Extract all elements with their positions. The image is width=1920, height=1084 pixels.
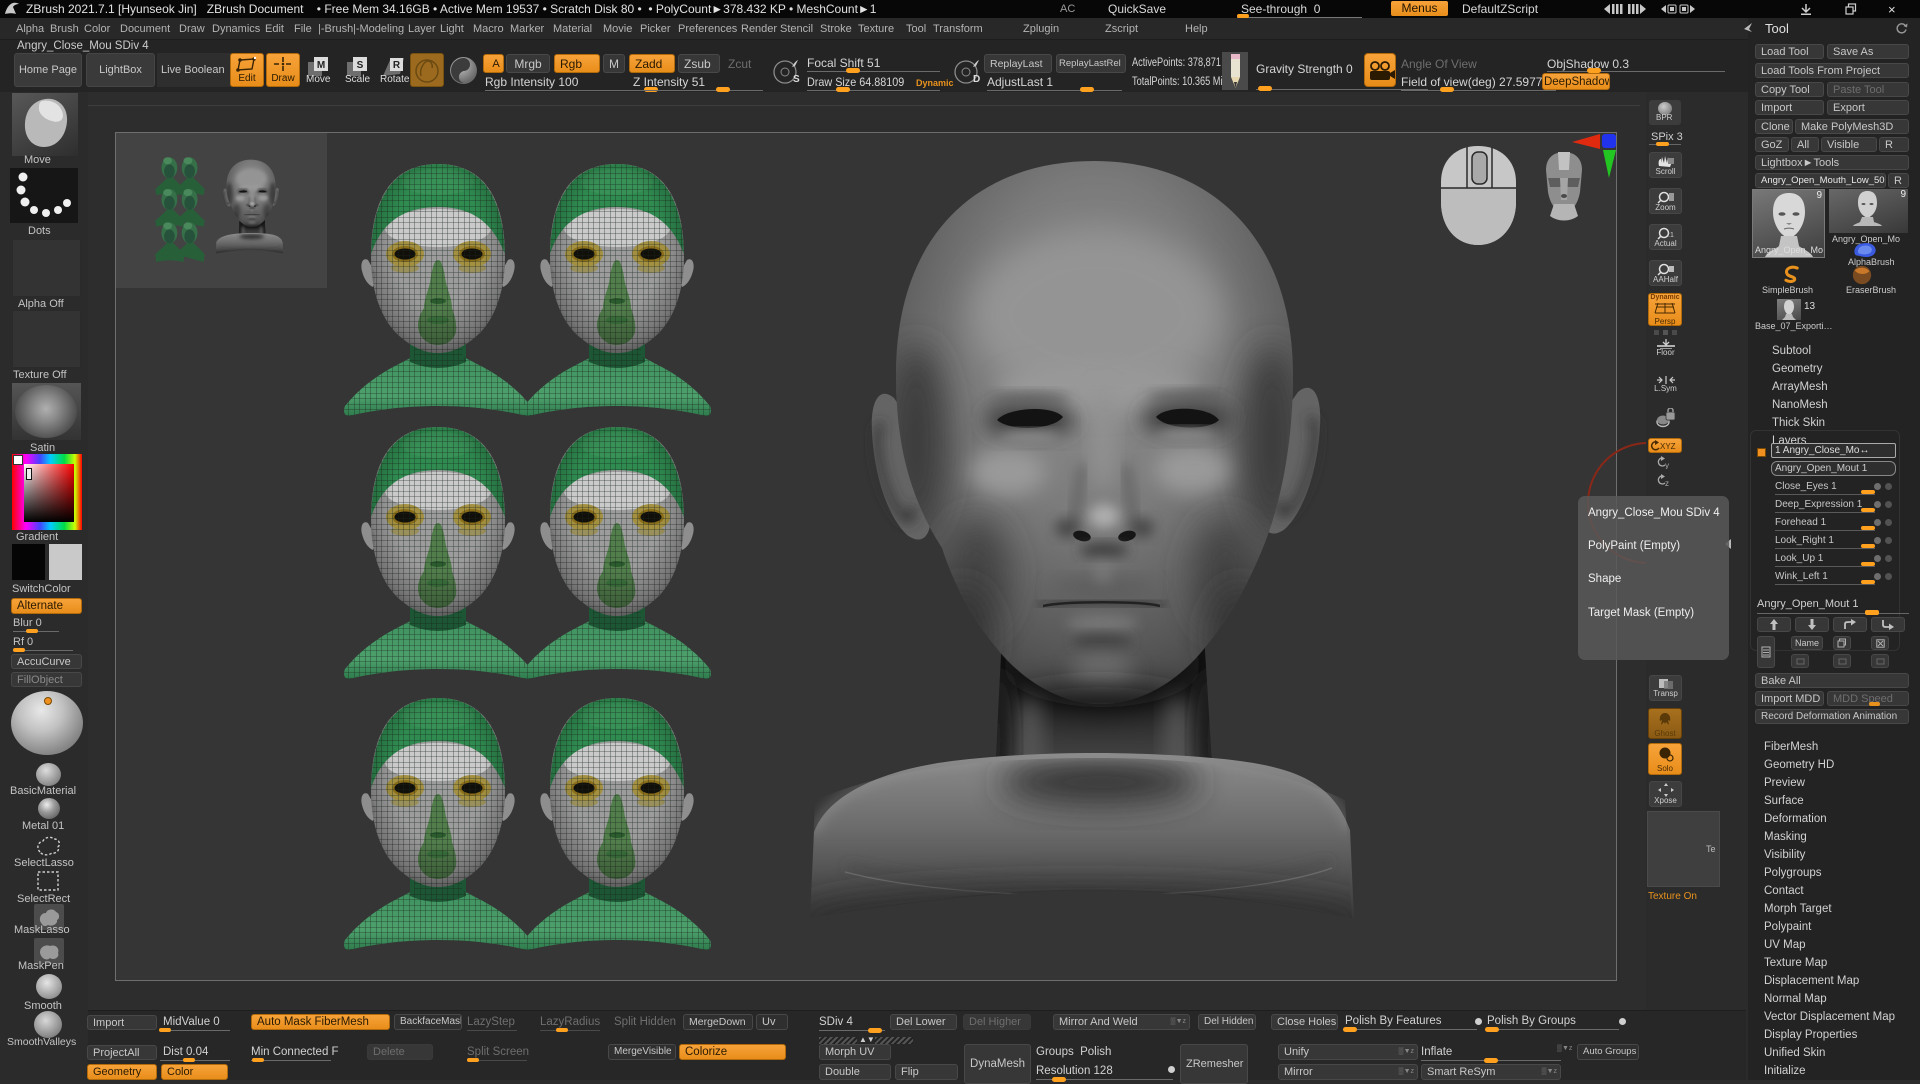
svg-text:z: z [1665,479,1669,487]
svg-text:y: y [1665,461,1669,469]
svg-text:D: D [973,74,980,85]
svg-text:XYZ: XYZ [1660,442,1676,451]
svg-text:M: M [317,60,325,71]
svg-text::1: :1 [1668,232,1674,239]
svg-text:S: S [793,74,800,85]
svg-text:R: R [393,60,401,71]
svg-text:S: S [357,60,364,71]
